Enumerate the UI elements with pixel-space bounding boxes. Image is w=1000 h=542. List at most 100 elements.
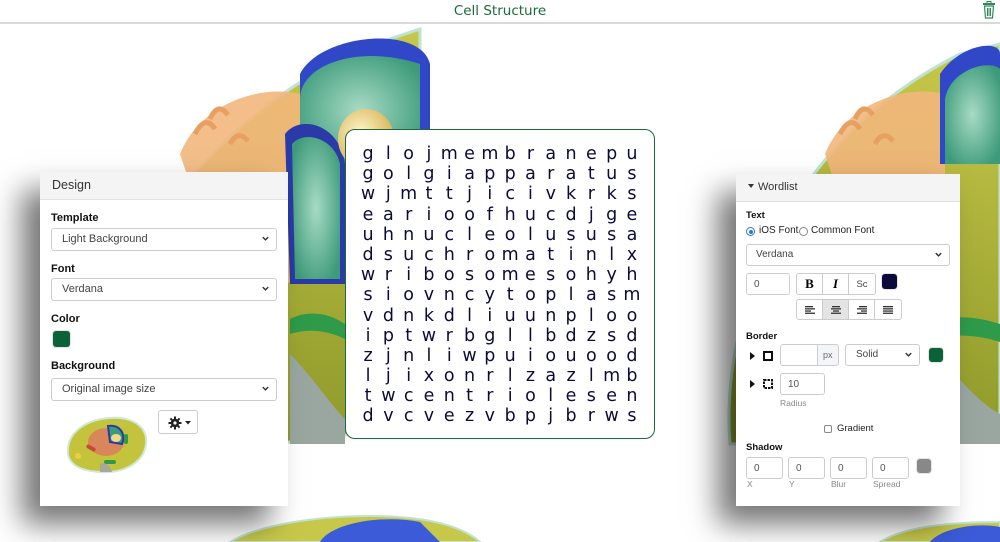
grid-letter[interactable]: v <box>541 184 561 204</box>
grid-letter[interactable]: p <box>500 164 520 184</box>
grid-letter[interactable]: s <box>378 245 398 265</box>
grid-letter[interactable]: o <box>581 346 601 366</box>
shadow-spread-input[interactable]: 0 <box>872 457 909 479</box>
common-font-radio[interactable] <box>799 227 808 236</box>
grid-letter[interactable]: z <box>520 366 540 386</box>
grid-letter[interactable]: b <box>459 326 479 346</box>
grid-letter[interactable]: k <box>601 184 621 204</box>
grid-letter[interactable]: n <box>459 366 479 386</box>
grid-letter[interactable]: n <box>541 306 561 326</box>
grid-letter[interactable]: v <box>419 406 439 426</box>
grid-letter[interactable]: a <box>520 245 540 265</box>
background-thumbnail[interactable] <box>64 414 150 476</box>
grid-letter[interactable]: k <box>419 306 439 326</box>
grid-letter[interactable]: j <box>419 144 439 164</box>
grid-letter[interactable]: n <box>581 245 601 265</box>
grid-letter[interactable]: r <box>439 326 459 346</box>
grid-letter[interactable]: s <box>601 225 621 245</box>
grid-letter[interactable]: j <box>378 366 398 386</box>
grid-letter[interactable]: z <box>561 366 581 386</box>
grid-letter[interactable]: u <box>581 225 601 245</box>
grid-letter[interactable]: i <box>358 326 378 346</box>
grid-letter[interactable]: l <box>601 245 621 265</box>
color-swatch[interactable] <box>52 330 71 348</box>
grid-letter[interactable]: f <box>480 205 500 225</box>
gradient-checkbox[interactable] <box>824 425 832 433</box>
grid-letter[interactable]: l <box>500 326 520 346</box>
grid-letter[interactable]: i <box>439 346 459 366</box>
grid-letter[interactable]: u <box>358 225 378 245</box>
grid-letter[interactable]: i <box>419 205 439 225</box>
grid-letter[interactable]: w <box>419 326 439 346</box>
grid-letter[interactable]: o <box>399 285 419 305</box>
grid-letter[interactable]: u <box>500 306 520 326</box>
grid-letter[interactable]: u <box>520 306 540 326</box>
grid-letter[interactable]: s <box>601 285 621 305</box>
grid-letter[interactable]: i <box>520 346 540 366</box>
grid-letter[interactable]: s <box>622 164 642 184</box>
text-color-swatch[interactable] <box>881 273 898 290</box>
grid-letter[interactable]: e <box>358 205 378 225</box>
grid-letter[interactable]: n <box>439 285 459 305</box>
grid-letter[interactable]: p <box>561 306 581 326</box>
grid-letter[interactable]: o <box>439 265 459 285</box>
grid-letter[interactable]: d <box>358 406 378 426</box>
grid-letter[interactable]: c <box>500 184 520 204</box>
grid-letter[interactable]: i <box>480 184 500 204</box>
grid-letter[interactable]: m <box>480 144 500 164</box>
wordlist-font-select[interactable]: Verdana <box>746 244 950 266</box>
grid-letter[interactable]: p <box>520 406 540 426</box>
grid-letter[interactable]: m <box>399 184 419 204</box>
font-select[interactable]: Verdana <box>51 278 277 301</box>
grid-letter[interactable]: s <box>459 265 479 285</box>
grid-letter[interactable]: i <box>500 386 520 406</box>
grid-letter[interactable]: o <box>459 205 479 225</box>
grid-letter[interactable]: t <box>541 245 561 265</box>
grid-letter[interactable]: y <box>601 265 621 285</box>
grid-letter[interactable]: v <box>480 406 500 426</box>
grid-letter[interactable]: i <box>439 164 459 184</box>
grid-letter[interactable]: e <box>581 144 601 164</box>
grid-letter[interactable]: v <box>378 406 398 426</box>
grid-letter[interactable]: l <box>459 306 479 326</box>
grid-letter[interactable]: s <box>581 386 601 406</box>
grid-letter[interactable]: l <box>419 346 439 366</box>
grid-letter[interactable]: n <box>439 386 459 406</box>
bold-button[interactable]: B <box>797 274 823 294</box>
grid-letter[interactable]: t <box>439 184 459 204</box>
align-right-button[interactable] <box>849 300 875 319</box>
grid-letter[interactable]: u <box>601 164 621 184</box>
grid-letter[interactable]: a <box>378 205 398 225</box>
grid-letter[interactable]: u <box>419 225 439 245</box>
grid-letter[interactable]: w <box>601 406 621 426</box>
grid-letter[interactable]: w <box>358 265 378 285</box>
grid-letter[interactable]: b <box>541 326 561 346</box>
grid-letter[interactable]: a <box>541 144 561 164</box>
grid-letter[interactable]: o <box>439 366 459 386</box>
grid-letter[interactable]: t <box>419 184 439 204</box>
grid-letter[interactable]: n <box>399 306 419 326</box>
shadow-blur-input[interactable]: 0 <box>830 457 867 479</box>
grid-letter[interactable]: e <box>520 265 540 285</box>
grid-letter[interactable]: o <box>439 205 459 225</box>
grid-letter[interactable]: l <box>358 366 378 386</box>
grid-letter[interactable]: d <box>439 306 459 326</box>
grid-letter[interactable]: h <box>500 205 520 225</box>
grid-letter[interactable]: u <box>561 346 581 366</box>
grid-letter[interactable]: b <box>500 406 520 426</box>
border-width-input[interactable] <box>780 344 818 366</box>
trash-icon[interactable] <box>982 1 996 19</box>
grid-letter[interactable]: s <box>622 406 642 426</box>
border-style-select[interactable]: Solid <box>845 344 920 366</box>
border-color-swatch[interactable] <box>928 347 944 363</box>
grid-letter[interactable]: z <box>459 406 479 426</box>
grid-letter[interactable]: o <box>480 245 500 265</box>
grid-letter[interactable]: s <box>601 326 621 346</box>
grid-letter[interactable]: d <box>358 245 378 265</box>
grid-letter[interactable]: l <box>378 144 398 164</box>
grid-letter[interactable]: p <box>480 346 500 366</box>
grid-letter[interactable]: x <box>419 366 439 386</box>
grid-letter[interactable]: j <box>459 184 479 204</box>
grid-letter[interactable]: e <box>561 386 581 406</box>
grid-letter[interactable]: g <box>358 164 378 184</box>
